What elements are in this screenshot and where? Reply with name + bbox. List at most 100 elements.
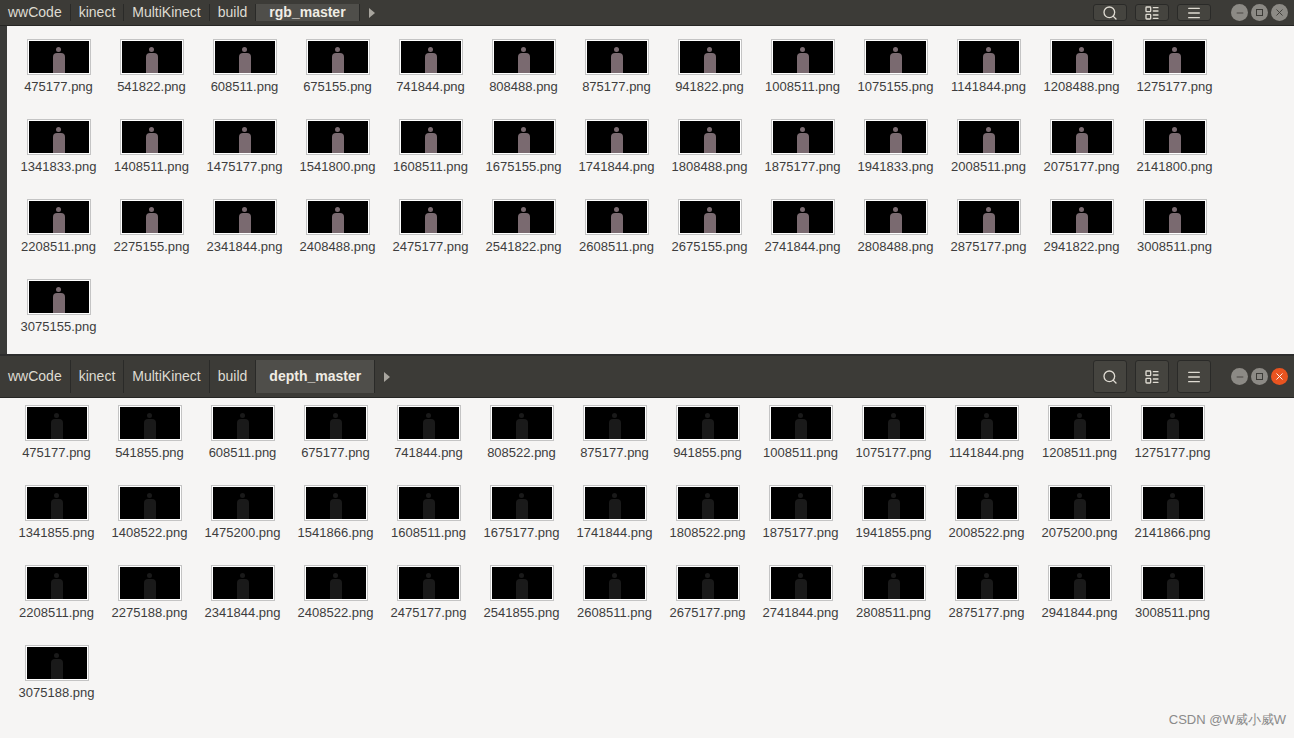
file-item[interactable]: 3075155.png <box>12 279 105 354</box>
file-item[interactable]: 475177.png <box>12 39 105 119</box>
file-item[interactable]: 1875177.png <box>754 485 847 565</box>
path-crumb[interactable]: kinect <box>71 360 125 393</box>
file-item[interactable]: 2075200.png <box>1033 485 1126 565</box>
file-item[interactable]: 2941844.png <box>1033 565 1126 645</box>
file-item[interactable]: 1275177.png <box>1128 39 1221 119</box>
file-item[interactable]: 2008511.png <box>942 119 1035 199</box>
file-item[interactable]: 475177.png <box>10 405 103 485</box>
path-crumb[interactable]: wwCode <box>0 4 71 21</box>
file-item[interactable]: 3008511.png <box>1128 199 1221 279</box>
file-item[interactable]: 2941822.png <box>1035 199 1128 279</box>
file-item[interactable]: 1008511.png <box>754 405 847 485</box>
file-item[interactable]: 2875177.png <box>940 565 1033 645</box>
file-item[interactable]: 1008511.png <box>756 39 849 119</box>
file-item[interactable]: 2608511.png <box>570 199 663 279</box>
file-item[interactable]: 2275188.png <box>103 565 196 645</box>
view-list-icon[interactable] <box>1135 360 1169 393</box>
file-item[interactable]: 808488.png <box>477 39 570 119</box>
file-item[interactable]: 1075177.png <box>847 405 940 485</box>
file-item[interactable]: 1141844.png <box>940 405 1033 485</box>
file-item[interactable]: 1475177.png <box>198 119 291 199</box>
minimize-icon[interactable] <box>1231 4 1248 21</box>
maximize-icon[interactable] <box>1251 368 1268 385</box>
file-item[interactable]: 675177.png <box>289 405 382 485</box>
path-crumb[interactable]: build <box>210 4 257 21</box>
file-item[interactable]: 1808488.png <box>663 119 756 199</box>
minimize-icon[interactable] <box>1231 368 1248 385</box>
file-item[interactable]: 675155.png <box>291 39 384 119</box>
file-item[interactable]: 2608511.png <box>568 565 661 645</box>
file-item[interactable]: 1741844.png <box>570 119 663 199</box>
file-item[interactable]: 941822.png <box>663 39 756 119</box>
file-item[interactable]: 2475177.png <box>384 199 477 279</box>
file-item[interactable]: 1475200.png <box>196 485 289 565</box>
file-item[interactable]: 875177.png <box>568 405 661 485</box>
menu-icon[interactable] <box>1177 4 1211 21</box>
path-crumb[interactable]: MultiKinect <box>124 4 209 21</box>
file-item[interactable]: 1275177.png <box>1126 405 1219 485</box>
path-crumb[interactable]: rgb_master <box>256 4 359 21</box>
file-item[interactable]: 3008511.png <box>1126 565 1219 645</box>
file-item[interactable]: 2875177.png <box>942 199 1035 279</box>
path-crumb[interactable]: wwCode <box>0 360 71 393</box>
file-item[interactable]: 3075188.png <box>10 645 103 725</box>
file-item[interactable]: 1741844.png <box>568 485 661 565</box>
search-icon[interactable] <box>1093 360 1127 393</box>
file-item[interactable]: 1608511.png <box>384 119 477 199</box>
file-item[interactable]: 808522.png <box>475 405 568 485</box>
file-item[interactable]: 608511.png <box>198 39 291 119</box>
file-item[interactable]: 2808511.png <box>847 565 940 645</box>
file-item[interactable]: 2675177.png <box>661 565 754 645</box>
maximize-icon[interactable] <box>1251 4 1268 21</box>
file-item[interactable]: 1208488.png <box>1035 39 1128 119</box>
file-item[interactable]: 2741844.png <box>754 565 847 645</box>
file-item[interactable]: 741844.png <box>382 405 475 485</box>
file-item[interactable]: 2408488.png <box>291 199 384 279</box>
file-item[interactable]: 1208511.png <box>1033 405 1126 485</box>
file-item[interactable]: 1541800.png <box>291 119 384 199</box>
file-item[interactable]: 1541866.png <box>289 485 382 565</box>
file-item[interactable]: 2341844.png <box>198 199 291 279</box>
file-item[interactable]: 1141844.png <box>942 39 1035 119</box>
file-item[interactable]: 1875177.png <box>756 119 849 199</box>
file-item[interactable]: 2141800.png <box>1128 119 1221 199</box>
path-crumb[interactable]: MultiKinect <box>124 360 209 393</box>
file-item[interactable]: 941855.png <box>661 405 754 485</box>
file-item[interactable]: 1408522.png <box>103 485 196 565</box>
file-item[interactable]: 2675155.png <box>663 199 756 279</box>
file-item[interactable]: 2341844.png <box>196 565 289 645</box>
file-item[interactable]: 875177.png <box>570 39 663 119</box>
file-item[interactable]: 541855.png <box>103 405 196 485</box>
menu-icon[interactable] <box>1177 360 1211 393</box>
file-item[interactable]: 1408511.png <box>105 119 198 199</box>
file-item[interactable]: 1941833.png <box>849 119 942 199</box>
file-item[interactable]: 1675155.png <box>477 119 570 199</box>
file-item[interactable]: 1608511.png <box>382 485 475 565</box>
view-list-icon[interactable] <box>1135 4 1169 21</box>
path-forward-icon[interactable] <box>360 4 384 21</box>
file-item[interactable]: 1341833.png <box>12 119 105 199</box>
file-item[interactable]: 2408522.png <box>289 565 382 645</box>
file-item[interactable]: 1941855.png <box>847 485 940 565</box>
file-item[interactable]: 2275155.png <box>105 199 198 279</box>
file-item[interactable]: 1075155.png <box>849 39 942 119</box>
file-item[interactable]: 2741844.png <box>756 199 849 279</box>
file-item[interactable]: 1808522.png <box>661 485 754 565</box>
file-item[interactable]: 2008522.png <box>940 485 1033 565</box>
search-icon[interactable] <box>1093 4 1127 21</box>
file-item[interactable]: 1341855.png <box>10 485 103 565</box>
file-item[interactable]: 2475177.png <box>382 565 475 645</box>
path-crumb[interactable]: kinect <box>71 4 125 21</box>
file-item[interactable]: 2541855.png <box>475 565 568 645</box>
file-item[interactable]: 2808488.png <box>849 199 942 279</box>
file-item[interactable]: 608511.png <box>196 405 289 485</box>
file-item[interactable]: 541822.png <box>105 39 198 119</box>
file-item[interactable]: 2208511.png <box>10 565 103 645</box>
path-crumb[interactable]: build <box>210 360 257 393</box>
file-item[interactable]: 2141866.png <box>1126 485 1219 565</box>
close-icon[interactable] <box>1271 368 1288 385</box>
file-item[interactable]: 1675177.png <box>475 485 568 565</box>
file-item[interactable]: 2075177.png <box>1035 119 1128 199</box>
close-icon[interactable] <box>1271 4 1288 21</box>
file-item[interactable]: 2541822.png <box>477 199 570 279</box>
